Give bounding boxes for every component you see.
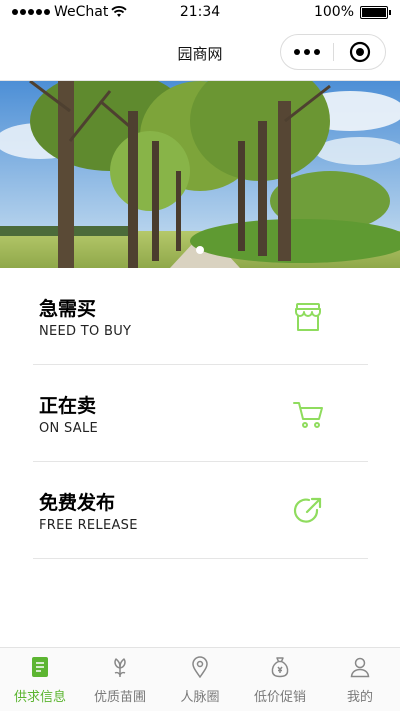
battery-icon <box>360 5 391 19</box>
tab-mine[interactable]: 我的 <box>320 648 400 711</box>
menu-item-free-release[interactable]: 免费发布 FREE RELEASE <box>33 462 368 559</box>
menu-item-title: 正在卖 <box>39 395 97 417</box>
menu-item-title: 急需买 <box>39 298 97 320</box>
banner-carousel[interactable] <box>0 81 400 268</box>
more-options-icon[interactable] <box>281 49 333 55</box>
menu-item-subtitle: NEED TO BUY <box>39 324 132 339</box>
user-icon <box>350 657 370 678</box>
share-arrow-icon <box>293 497 322 523</box>
cart-icon <box>293 402 323 428</box>
menu-item-need-to-buy[interactable]: 急需买 NEED TO BUY <box>33 268 368 365</box>
money-bag-icon <box>271 657 289 678</box>
nav-bar: 园商网 <box>0 26 400 81</box>
document-icon <box>32 657 48 677</box>
mini-program-capsule <box>280 34 386 70</box>
tab-network-circle[interactable]: 人脉圈 <box>160 648 240 711</box>
close-mini-program-button[interactable] <box>334 41 385 63</box>
menu-item-subtitle: ON SALE <box>39 421 99 436</box>
menu-list: 急需买 NEED TO BUY 正在卖 ON SALE 免费发布 FREE RE… <box>33 268 368 559</box>
location-pin-icon <box>192 656 208 678</box>
menu-item-on-sale[interactable]: 正在卖 ON SALE <box>33 365 368 462</box>
tab-label: 优质苗圃 <box>93 690 146 705</box>
plant-icon <box>114 658 126 677</box>
status-bar: WeChat 21:34 100% <box>0 0 400 26</box>
bottom-tab-bar: 供求信息 优质苗圃 人脉圈 低价促销 我的 <box>0 647 400 711</box>
menu-item-title: 免费发布 <box>39 492 116 514</box>
tab-label: 低价促销 <box>253 690 306 705</box>
tab-label: 人脉圈 <box>180 690 220 705</box>
store-icon <box>295 303 321 331</box>
target-close-icon <box>349 41 370 63</box>
tab-label: 我的 <box>346 690 373 705</box>
tab-quality-nursery[interactable]: 优质苗圃 <box>80 648 160 711</box>
tab-low-price-promotion[interactable]: 低价促销 <box>240 648 320 711</box>
tab-supply-demand[interactable]: 供求信息 <box>0 648 80 711</box>
tab-label: 供求信息 <box>13 690 66 705</box>
banner-image <box>0 81 400 268</box>
battery-percent: 100% <box>313 4 354 20</box>
menu-item-subtitle: FREE RELEASE <box>39 518 138 533</box>
carousel-indicator-dot[interactable] <box>196 246 204 254</box>
